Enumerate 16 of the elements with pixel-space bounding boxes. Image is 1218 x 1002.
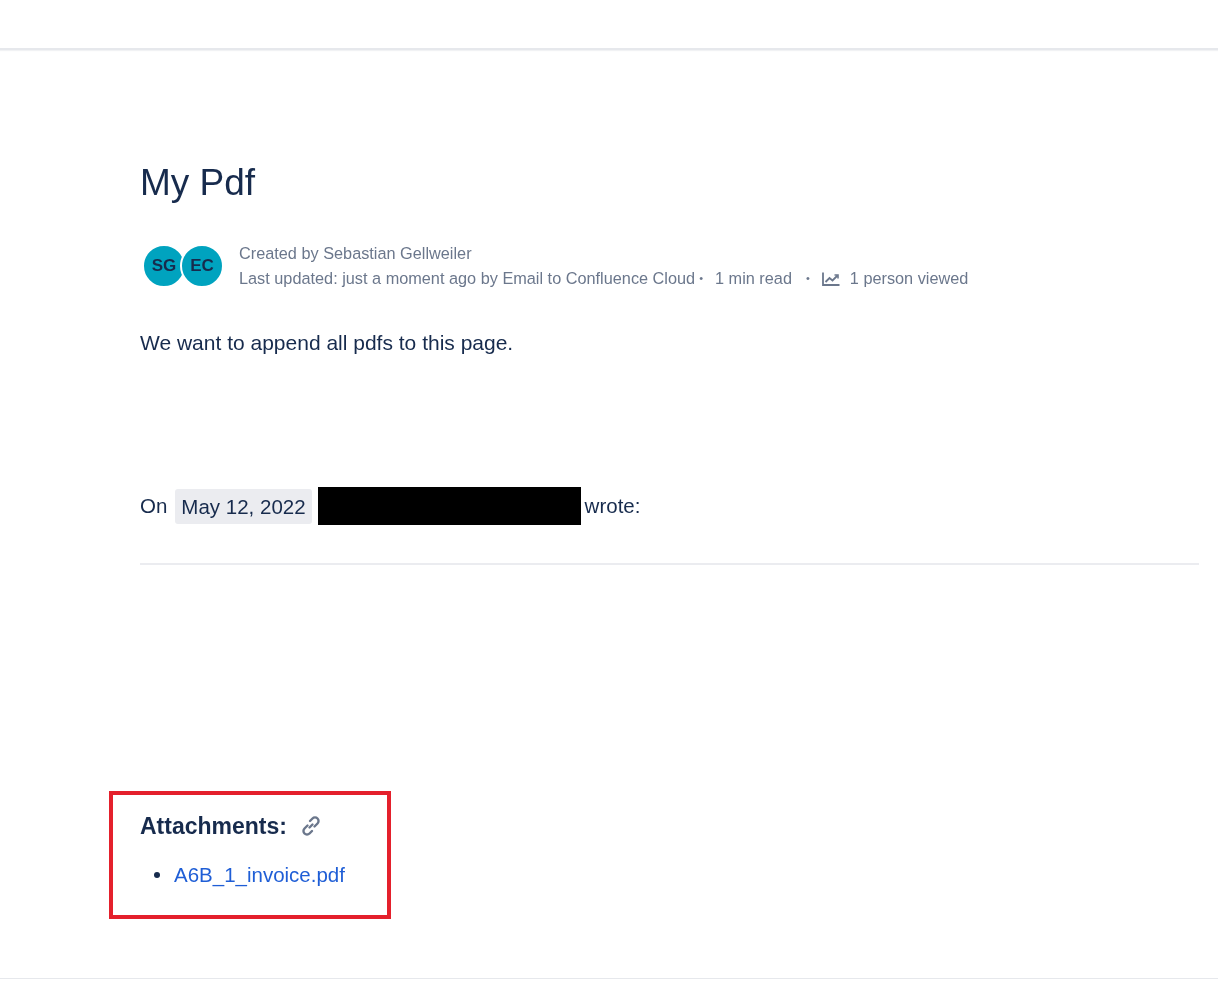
created-by-text: Created by Sebastian Gellweiler <box>239 243 472 264</box>
read-time-text: 1 min read <box>715 268 792 289</box>
attachments-heading: Attachments: <box>140 812 287 841</box>
views-text[interactable]: 1 person viewed <box>849 266 969 291</box>
chart-line-icon <box>821 271 840 286</box>
avatar[interactable]: EC <box>180 244 224 288</box>
separator-dot: • <box>699 271 703 286</box>
separator-dot: • <box>805 271 810 286</box>
body-paragraph: We want to append all pdfs to this page. <box>140 330 514 356</box>
last-updated-text: Last updated: just a moment ago by Email to Confluence Cloud <box>239 268 696 289</box>
date-lozenge: May 12, 2022 <box>175 488 312 524</box>
quote-prefix-text: On <box>140 494 168 518</box>
page-title: My Pdf <box>140 161 256 205</box>
bullet-icon <box>154 872 160 878</box>
attachment-link[interactable]: A6B_1_invoice.pdf <box>174 862 345 888</box>
quote-suffix-text: wrote: <box>584 494 641 518</box>
